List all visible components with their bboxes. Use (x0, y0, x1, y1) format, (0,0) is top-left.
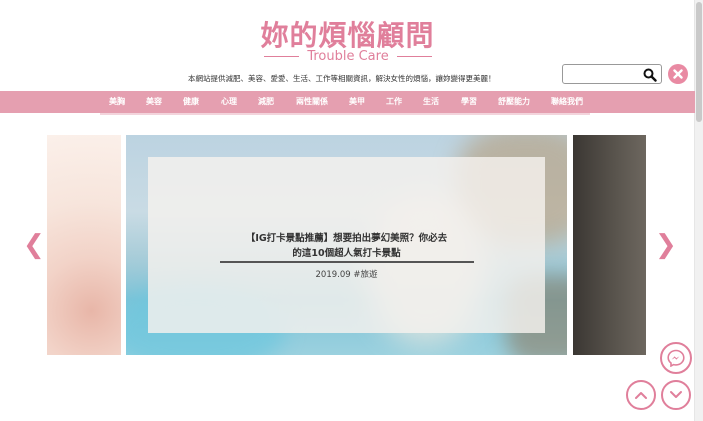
search-input[interactable] (567, 68, 649, 87)
nav-item-contact[interactable]: 聯絡我們 (551, 96, 583, 107)
slide-title[interactable]: 【IG打卡景點推薦】想要拍出夢幻美照？你必去 的這10個超人氣打卡景點 (148, 231, 545, 261)
slide-prev-preview[interactable] (47, 135, 121, 355)
slider-prev-arrow[interactable]: ❮ (23, 232, 45, 258)
slide-next-preview[interactable] (573, 135, 646, 355)
messenger-icon[interactable] (660, 342, 692, 374)
slide-tag[interactable]: #旅遊 (353, 270, 377, 280)
slide-date: 2019.09 (315, 270, 351, 280)
page-scrollbar[interactable] (694, 0, 703, 421)
nav-item-diet[interactable]: 減肥 (258, 96, 274, 107)
slide-meta: 2019.09 #旅遊 (148, 268, 545, 280)
search-box[interactable] (562, 64, 662, 87)
site-subtitle: Trouble Care (264, 48, 433, 64)
nav-item-life[interactable]: 生活 (423, 96, 439, 107)
nav-item-bust[interactable]: 美胸 (109, 96, 125, 107)
nav-item-learning[interactable]: 學習 (461, 96, 477, 107)
nav-item-health[interactable]: 健康 (183, 96, 199, 107)
subtitle-text: Trouble Care (307, 48, 389, 64)
nav-underline (100, 113, 590, 115)
scrollbar-thumb[interactable] (696, 2, 702, 122)
slide-title-divider (220, 261, 474, 263)
chevron-up-icon (635, 392, 647, 399)
nav-item-psychology[interactable]: 心理 (221, 96, 237, 107)
slide-caption-card[interactable]: 【IG打卡景點推薦】想要拍出夢幻美照？你必去 的這10個超人氣打卡景點 2019… (148, 157, 545, 333)
slide-title-line2[interactable]: 的這10個超人氣打卡景點 (148, 246, 545, 261)
nav-item-stress-relief[interactable]: 舒壓能力 (498, 96, 530, 107)
scroll-down-button[interactable] (661, 380, 691, 410)
scroll-up-button[interactable] (626, 380, 656, 410)
slide-title-line1[interactable]: 【IG打卡景點推薦】想要拍出夢幻美照？你必去 (148, 231, 545, 246)
nav-item-relationships[interactable]: 兩性關係 (296, 96, 328, 107)
search-icon[interactable] (643, 67, 657, 82)
chevron-down-icon (670, 391, 682, 398)
subtitle-line-left (264, 55, 300, 57)
close-icon[interactable] (668, 64, 688, 84)
nav-item-nails[interactable]: 美甲 (349, 96, 365, 107)
slider-next-arrow[interactable]: ❯ (655, 232, 677, 258)
nav-item-work[interactable]: 工作 (386, 96, 402, 107)
main-nav: 美胸 美容 健康 心理 減肥 兩性關係 美甲 工作 生活 學習 舒壓能力 聯絡我… (0, 91, 695, 113)
site-tagline: 本網站提供減肥、美容、愛愛、生活、工作等相關資訊，解決女性的煩惱，讓妳變得更美麗… (188, 74, 496, 83)
nav-item-beauty[interactable]: 美容 (146, 96, 162, 107)
subtitle-line-right (396, 55, 433, 57)
